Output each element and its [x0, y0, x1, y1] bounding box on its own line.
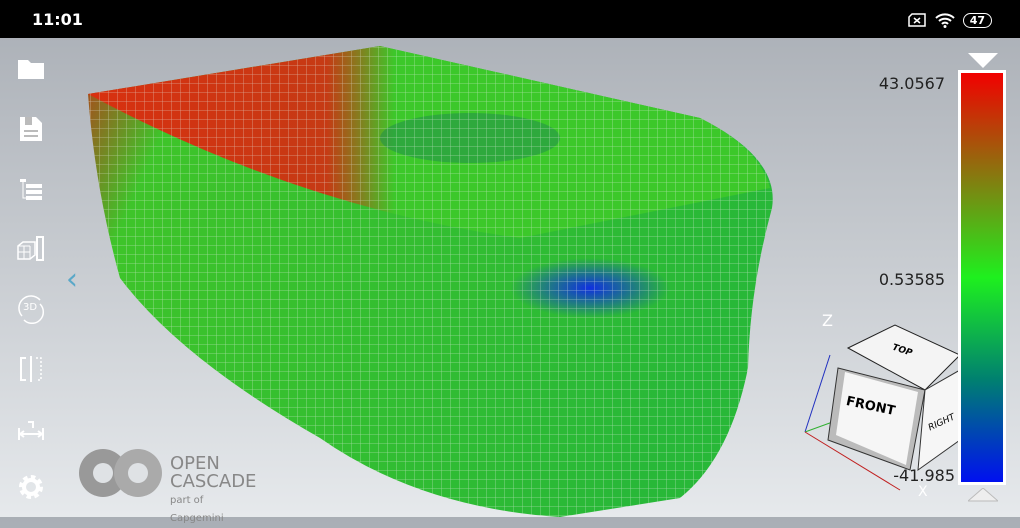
save-icon[interactable] — [16, 114, 46, 144]
scale-min-label: -41.985 — [893, 466, 955, 485]
settings-icon[interactable] — [16, 472, 46, 502]
axis-z-label: Z — [822, 311, 833, 330]
logo-text-cascade: CASCADE — [170, 471, 257, 492]
rotate-3d-label: 3D — [23, 302, 38, 313]
rotate-3d-icon[interactable]: 3D — [16, 294, 46, 325]
measure-icon[interactable] — [16, 414, 46, 444]
color-scale-bar — [958, 70, 1006, 485]
open-cascade-logo: OPEN CASCADE part of Capgemini — [76, 445, 256, 524]
sidebar: 3D — [0, 38, 62, 517]
status-bar: 11:01 47 — [0, 0, 1020, 38]
clipping-plane-icon[interactable] — [16, 354, 46, 384]
scale-mid-label: 0.53585 — [878, 270, 945, 289]
battery-icon: 47 — [962, 12, 992, 28]
wifi-icon — [934, 13, 955, 28]
model-tree-icon[interactable] — [16, 174, 46, 204]
scale-max-handle-icon[interactable] — [968, 53, 998, 69]
scale-min-handle-icon[interactable] — [968, 488, 998, 502]
mesh-display-icon[interactable] — [16, 234, 46, 264]
open-file-icon[interactable] — [16, 54, 46, 84]
collapse-sidebar-chevron-icon[interactable]: ‹ — [66, 262, 78, 297]
sim-none-icon — [907, 13, 926, 27]
axis-x-label: X — [918, 484, 928, 500]
clock: 11:01 — [32, 10, 83, 29]
logo-tagline: part of Capgemini — [170, 495, 224, 524]
infinity-logo-icon — [79, 449, 162, 497]
scale-max-label: 43.0567 — [878, 74, 945, 93]
